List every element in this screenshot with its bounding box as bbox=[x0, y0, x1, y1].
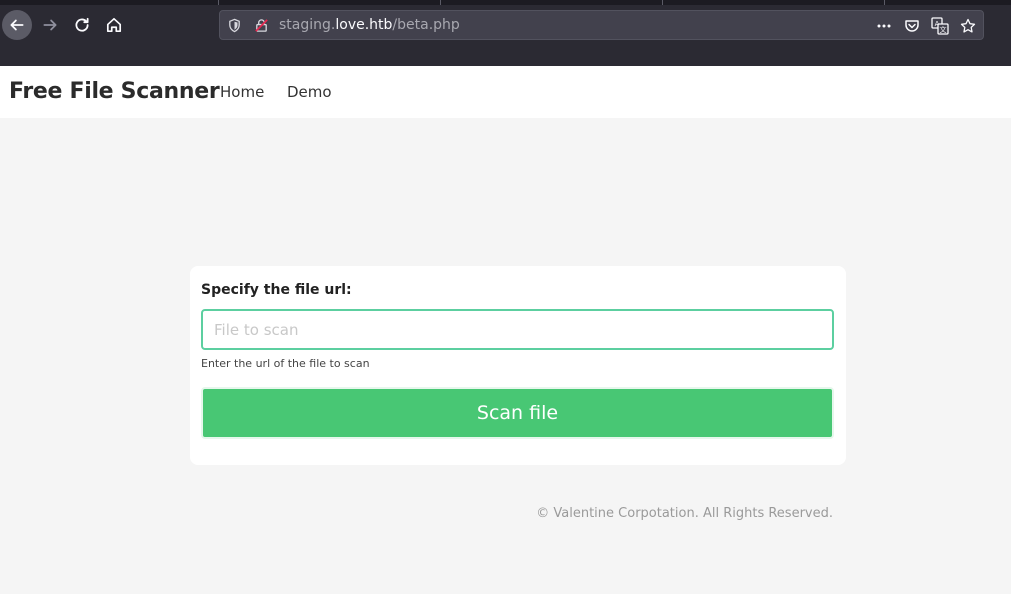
reload-icon bbox=[75, 17, 89, 32]
site-brand[interactable]: Free File Scanner bbox=[9, 79, 220, 104]
shield-icon[interactable] bbox=[226, 17, 243, 34]
tab-separator bbox=[440, 0, 441, 5]
url-path: /beta.php bbox=[392, 17, 460, 33]
scan-form-card: Specify the file url: Enter the url of t… bbox=[190, 266, 846, 465]
star-icon[interactable] bbox=[959, 17, 977, 35]
home-icon bbox=[106, 17, 122, 33]
file-url-help-text: Enter the url of the file to scan bbox=[201, 357, 370, 370]
tab-strip bbox=[0, 0, 1011, 5]
pocket-icon[interactable] bbox=[903, 17, 921, 35]
file-url-label: Specify the file url: bbox=[201, 282, 352, 298]
svg-text:文: 文 bbox=[940, 25, 947, 34]
tab-separator bbox=[662, 0, 663, 5]
site-navbar: Free File Scanner Home Demo bbox=[0, 66, 1011, 118]
browser-toolbar: staging.love.htb/beta.php A 文 bbox=[0, 0, 1011, 66]
home-button[interactable] bbox=[99, 10, 129, 40]
tab-separator bbox=[884, 0, 885, 5]
address-bar[interactable]: staging.love.htb/beta.php A 文 bbox=[219, 10, 984, 40]
back-button[interactable] bbox=[2, 10, 32, 40]
insecure-lock-icon[interactable] bbox=[253, 17, 270, 34]
tab-separator bbox=[218, 0, 219, 5]
forward-button[interactable] bbox=[35, 10, 65, 40]
translate-icon[interactable]: A 文 bbox=[931, 17, 949, 35]
file-url-input[interactable] bbox=[201, 309, 834, 350]
more-icon[interactable] bbox=[875, 17, 893, 35]
nav-link-demo[interactable]: Demo bbox=[287, 83, 332, 101]
footer-copyright: © Valentine Corpotation. All Rights Rese… bbox=[536, 506, 833, 521]
scan-file-button[interactable]: Scan file bbox=[201, 387, 834, 439]
nav-link-home[interactable]: Home bbox=[220, 83, 264, 101]
url-host: love.htb bbox=[335, 17, 393, 33]
url-subdomain: staging. bbox=[279, 17, 336, 33]
arrow-right-icon bbox=[43, 19, 57, 31]
reload-button[interactable] bbox=[67, 10, 97, 40]
arrow-left-icon bbox=[10, 19, 24, 31]
url-text[interactable]: staging.love.htb/beta.php bbox=[279, 17, 460, 33]
